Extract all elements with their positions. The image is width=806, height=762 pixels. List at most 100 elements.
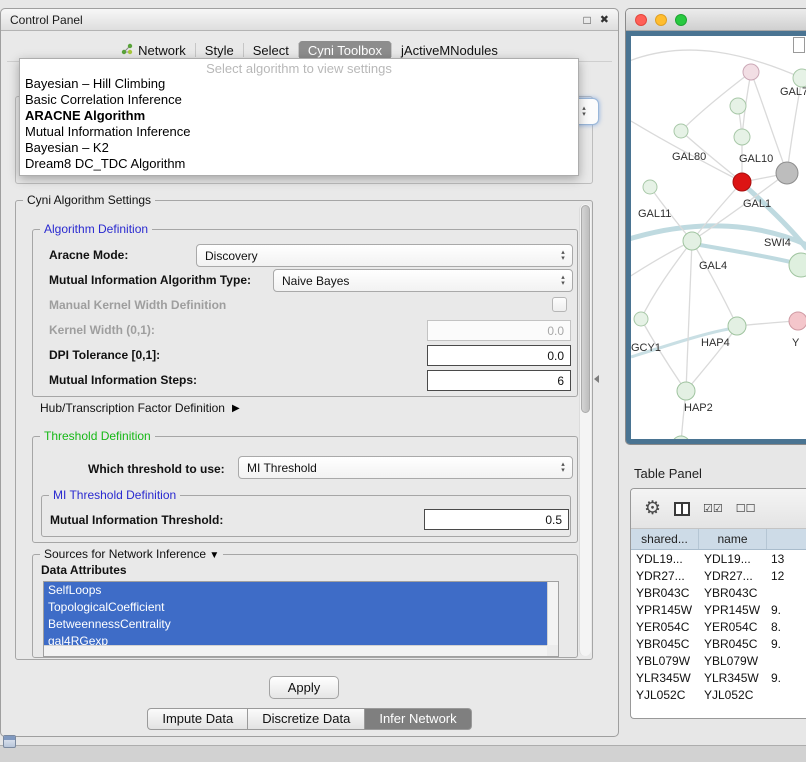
network-node[interactable] [793,69,806,87]
table-row[interactable]: YBL079WYBL079W [631,652,806,669]
float-window-icon[interactable]: □ [584,13,591,27]
manual-kernel-checkbox[interactable] [552,297,567,312]
network-node[interactable] [643,180,657,194]
close-window-icon[interactable]: ✖ [600,13,609,26]
aracne-mode-combobox[interactable]: Discovery ▴▾ [196,244,573,267]
network-node[interactable] [683,232,701,250]
data-attributes-label: Data Attributes [41,559,127,581]
column-layout-icon[interactable] [674,502,690,516]
table-cell: YER054C [631,620,699,634]
network-node[interactable] [734,129,750,145]
node-label: GCY1 [631,342,661,354]
table-cell: 9. [767,637,806,651]
dropdown-placeholder: Select algorithm to view settings [20,61,578,76]
network-canvas[interactable]: GAL7GAL80GAL10GAL1GAL11GAL4SWI4HAP4YGCY1… [631,36,806,439]
zoom-light-icon[interactable] [675,14,687,26]
algorithm-menu-item[interactable]: Mutual Information Inference [20,124,578,140]
table-cell: YBR045C [699,637,767,651]
settings-scrollbar[interactable] [579,204,591,656]
node-label: SWI4 [764,237,791,249]
network-node[interactable] [634,312,648,326]
table-row[interactable]: YJL052CYJL052C [631,686,806,703]
kernel-width-label: Kernel Width (0,1): [49,319,155,341]
algorithm-menu-item[interactable]: Bayesian – Hill Climbing [20,76,578,92]
network-edge [686,241,692,391]
hub-definition-toggle[interactable]: Hub/Transcription Factor Definition ▶ [40,401,240,415]
attribute-list-item[interactable]: gal4RGexp [44,633,547,645]
algorithm-menu-item[interactable]: Dream8 DC_TDC Algorithm [20,156,578,172]
scrollbar-thumb[interactable] [581,205,590,413]
table-toolbar: ⚙ ☑☑ ☐☐ [631,489,806,529]
network-node[interactable] [730,98,746,114]
cyni-algorithm-settings-group: Cyni Algorithm Settings Algorithm Defini… [15,200,593,660]
network-node[interactable] [733,173,751,191]
dpi-tolerance-field[interactable]: 0.0 [427,345,571,366]
kernel-width-field[interactable]: 0.0 [427,320,571,341]
tab-network[interactable]: Network [112,41,195,60]
network-node[interactable] [674,124,688,138]
table-row[interactable]: YER054CYER054C8. [631,618,806,635]
mi-threshold-field[interactable]: 0.5 [424,509,569,530]
table-row[interactable]: YBR045CYBR045C9. [631,635,806,652]
network-node[interactable] [789,253,806,277]
network-node[interactable] [776,162,798,184]
table-row[interactable]: YDL19...YDL19...13 [631,550,806,567]
status-bar-strip [0,745,806,762]
tab-discretize-data[interactable]: Discretize Data [248,708,365,730]
tab-jactivemnodules[interactable]: jActiveMNodules [392,41,507,60]
table-cell: YPR145W [699,603,767,617]
bottom-tab-bar: Impute Data Discretize Data Infer Networ… [1,708,618,730]
select-all-checkboxes-icon[interactable]: ☑☑ [703,502,723,515]
algorithm-menu-items: Bayesian – Hill ClimbingBasic Correlatio… [20,76,578,172]
list-horizontal-scrollbar[interactable] [44,645,547,656]
attribute-list-item[interactable]: BetweennessCentrality [44,616,547,633]
table-row[interactable]: YBR043CYBR043C [631,584,806,601]
apply-button[interactable]: Apply [269,676,339,699]
table-cell: 12 [767,569,806,583]
table-cell: YDR27... [631,569,699,583]
network-node[interactable] [672,436,690,439]
tab-label: Style [205,43,234,58]
algorithm-menu-item[interactable]: Bayesian – K2 [20,140,578,156]
minimize-light-icon[interactable] [655,14,667,26]
network-node[interactable] [743,64,759,80]
column-header[interactable] [767,529,806,549]
panel-dock-icon[interactable] [3,735,16,748]
network-node[interactable] [677,382,695,400]
hub-definition-label: Hub/Transcription Factor Definition [40,401,225,415]
aracne-mode-label: Aracne Mode: [49,244,128,266]
close-light-icon[interactable] [635,14,647,26]
application-window: Control Panel □ ✖ Network Style Select C… [0,0,806,762]
column-header[interactable]: shared... [631,529,699,549]
panel-splitter-collapse-icon[interactable] [594,375,599,383]
table-row[interactable]: YDR27...YDR27...12 [631,567,806,584]
table-settings-gear-icon[interactable]: ⚙ [644,499,661,518]
deselect-all-checkboxes-icon[interactable]: ☐☐ [736,502,756,515]
dock-icon-titlebar [4,736,15,740]
attribute-list-item[interactable]: SelfLoops [44,582,547,599]
tab-infer-network[interactable]: Infer Network [365,708,471,730]
table-row[interactable]: YPR145WYPR145W9. [631,601,806,618]
mi-threshold-label: Mutual Information Threshold: [50,509,223,531]
tab-style[interactable]: Style [196,41,243,60]
mi-type-combobox[interactable]: Naive Bayes ▴▾ [273,269,573,292]
algorithm-menu-item[interactable]: ARACNE Algorithm [20,108,578,124]
network-node[interactable] [789,312,806,330]
table-row[interactable]: YLR345WYLR345W9. [631,669,806,686]
birdseye-toggle[interactable] [793,37,805,53]
attribute-list-item[interactable]: TopologicalCoefficient [44,599,547,616]
algorithm-menu-item[interactable]: Basic Correlation Inference [20,92,578,108]
network-edge [686,326,737,391]
tab-impute-data[interactable]: Impute Data [147,708,248,730]
tab-label: Network [138,43,186,58]
which-threshold-combobox[interactable]: MI Threshold ▴▾ [238,456,573,479]
tab-select[interactable]: Select [244,41,298,60]
tab-cyni-toolbox[interactable]: Cyni Toolbox [299,41,391,60]
tab-label: Select [253,43,289,58]
list-vertical-scrollbar[interactable] [547,582,558,645]
mi-steps-field[interactable]: 6 [427,370,571,391]
network-node[interactable] [728,317,746,335]
table-header-row: shared...name [631,529,806,550]
expanded-arrow-icon: ▼ [209,550,219,561]
column-header[interactable]: name [699,529,767,549]
